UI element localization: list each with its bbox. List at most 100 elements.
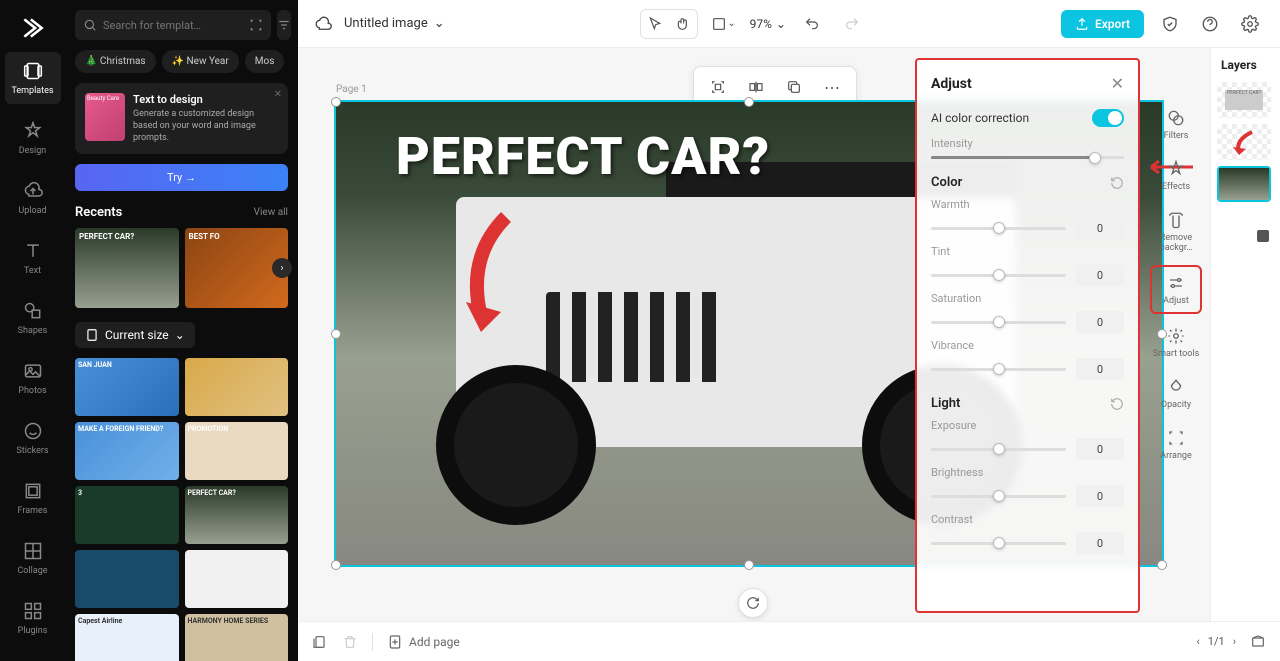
chip-christmas[interactable]: 🎄 Christmas (75, 50, 156, 73)
delete-button[interactable] (342, 634, 358, 650)
resize-handle[interactable] (331, 97, 341, 107)
select-tool[interactable] (641, 10, 669, 38)
template-item[interactable]: PERFECT CAR? (185, 486, 289, 544)
chip-newyear[interactable]: ✨ New Year (162, 50, 239, 73)
template-item[interactable] (185, 358, 289, 416)
refresh-badge[interactable] (738, 588, 768, 618)
undo-button[interactable] (798, 10, 826, 38)
exposure-value[interactable]: 0 (1076, 438, 1124, 460)
saturation-slider[interactable]: 0 (931, 311, 1124, 333)
rtool-removebg[interactable]: Remove backgr… (1150, 204, 1202, 259)
template-item[interactable]: HARMONY HOME SERIES (185, 614, 289, 661)
recents-viewall[interactable]: View all (254, 207, 288, 218)
export-button[interactable]: Export (1061, 10, 1144, 38)
vibrance-slider[interactable]: 0 (931, 358, 1124, 380)
tool-stickers-label: Stickers (16, 446, 48, 456)
app-logo[interactable] (17, 12, 49, 44)
contrast-slider[interactable]: 0 (931, 532, 1124, 554)
tool-plugins[interactable]: Plugins (5, 592, 61, 644)
promo-close[interactable]: ✕ (274, 89, 282, 100)
template-item[interactable]: MAKE A FOREIGN FRIEND? (75, 422, 179, 480)
add-page-button[interactable]: Add page (387, 634, 460, 650)
saturation-value[interactable]: 0 (1076, 311, 1124, 333)
try-button[interactable]: Try → (75, 164, 288, 191)
reset-icon[interactable] (1110, 176, 1124, 190)
tool-photos[interactable]: Photos (5, 352, 61, 404)
vibrance-value[interactable]: 0 (1076, 358, 1124, 380)
settings-button[interactable] (1236, 10, 1264, 38)
zoom-control[interactable]: 97% ⌄ (750, 17, 786, 31)
chip-more[interactable]: Mos (245, 50, 285, 73)
rtool-filters[interactable]: Filters (1150, 102, 1202, 147)
recent-item[interactable]: PERFECT CAR? (75, 228, 179, 308)
resize-handle[interactable] (331, 329, 341, 339)
layer-thumb[interactable] (1217, 208, 1271, 244)
tool-shapes[interactable]: Shapes (5, 292, 61, 344)
close-icon[interactable]: ✕ (1111, 74, 1124, 93)
canvas-area[interactable]: Page 1 ⋯ PERFECT CAR? Adjust ✕ (298, 48, 1280, 621)
resize-handle[interactable] (744, 560, 754, 570)
intensity-slider[interactable] (931, 156, 1124, 159)
copy-icon[interactable] (780, 73, 808, 101)
rtool-effects[interactable]: Effects (1150, 153, 1202, 198)
template-item[interactable]: SAN JUAN (75, 358, 179, 416)
template-item[interactable]: PROMOTION (185, 422, 289, 480)
current-size-chip[interactable]: Current size ⌄ (75, 322, 195, 348)
layer-thumb[interactable] (1217, 124, 1271, 160)
warmth-slider[interactable]: 0 (931, 217, 1124, 239)
template-item[interactable] (185, 550, 289, 608)
exposure-slider[interactable]: 0 (931, 438, 1124, 460)
resize-handle[interactable] (331, 560, 341, 570)
layers-title: Layers (1217, 58, 1274, 72)
shield-button[interactable] (1156, 10, 1184, 38)
layer-thumb[interactable] (1217, 166, 1271, 202)
brightness-slider[interactable]: 0 (931, 485, 1124, 507)
hand-tool[interactable] (669, 10, 697, 38)
ai-correction-toggle[interactable] (1092, 109, 1124, 127)
cloud-icon[interactable] (314, 15, 332, 33)
redo-button[interactable] (838, 10, 866, 38)
pages-button[interactable] (312, 634, 328, 650)
doc-title[interactable]: Untitled image ⌄ (344, 16, 445, 31)
rtool-smart[interactable]: Smart tools (1150, 320, 1202, 365)
scan-icon[interactable] (249, 18, 263, 32)
resize-handle[interactable] (1157, 560, 1167, 570)
template-item[interactable]: Capest Airline (75, 614, 179, 661)
export-label: Export (1095, 17, 1130, 31)
rtool-arrange[interactable]: Arrange (1150, 422, 1202, 467)
present-button[interactable] (1250, 634, 1266, 650)
tool-collage[interactable]: Collage (5, 532, 61, 584)
filter-button[interactable] (277, 10, 291, 40)
template-item[interactable] (75, 550, 179, 608)
resize-button[interactable]: ⌄ (710, 10, 738, 38)
tool-text[interactable]: Text (5, 232, 61, 284)
resize-handle[interactable] (744, 97, 754, 107)
tool-design[interactable]: Design (5, 112, 61, 164)
help-button[interactable] (1196, 10, 1224, 38)
recents-row: PERFECT CAR? BEST FO › (75, 228, 288, 308)
tool-templates[interactable]: Templates (5, 52, 61, 104)
tool-stickers[interactable]: Stickers (5, 412, 61, 464)
pager-value: 1/1 (1208, 635, 1225, 648)
tool-upload[interactable]: Upload (5, 172, 61, 224)
contrast-label: Contrast (931, 513, 1124, 526)
warmth-value[interactable]: 0 (1076, 217, 1124, 239)
search-box[interactable] (75, 10, 271, 40)
rtool-opacity[interactable]: Opacity (1150, 371, 1202, 416)
rtool-adjust[interactable]: Adjust (1150, 265, 1202, 314)
tool-frames[interactable]: Frames (5, 472, 61, 524)
contrast-value[interactable]: 0 (1076, 532, 1124, 554)
search-input[interactable] (103, 19, 243, 32)
layer-thumb[interactable]: PERFECT CAR? (1217, 82, 1271, 118)
pager-prev[interactable]: ‹ (1196, 635, 1199, 648)
crop-icon[interactable] (704, 73, 732, 101)
template-item[interactable]: 3 (75, 486, 179, 544)
tint-value[interactable]: 0 (1076, 264, 1124, 286)
more-icon[interactable]: ⋯ (818, 73, 846, 101)
brightness-value[interactable]: 0 (1076, 485, 1124, 507)
pager-next[interactable]: › (1233, 635, 1236, 648)
tint-slider[interactable]: 0 (931, 264, 1124, 286)
reset-icon[interactable] (1110, 397, 1124, 411)
recents-next[interactable]: › (272, 258, 292, 278)
ai-correction-label: AI color correction (931, 111, 1029, 125)
